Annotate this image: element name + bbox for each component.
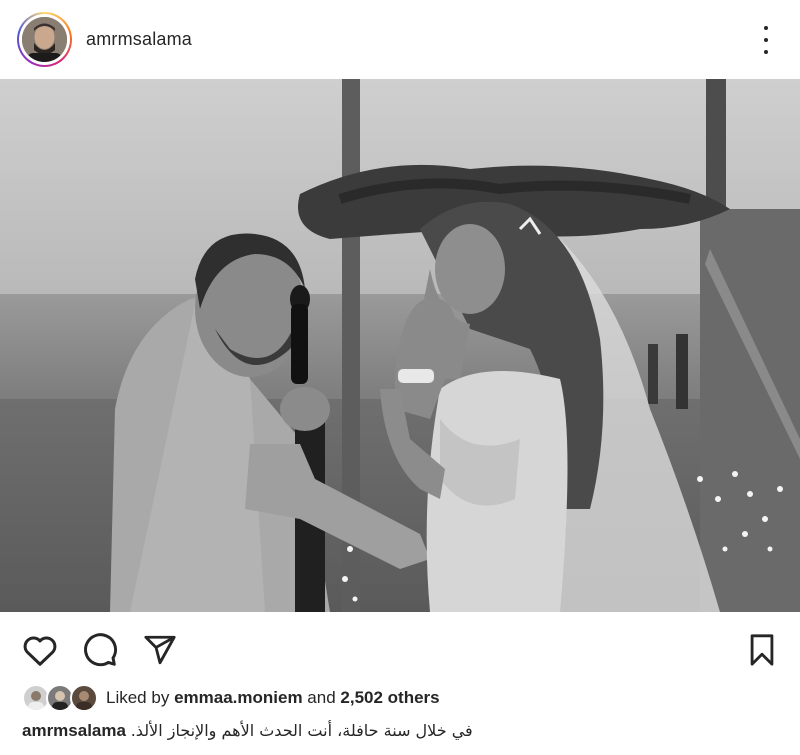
- post-author-username[interactable]: amrmsalama: [86, 29, 192, 50]
- liker-avatar: [70, 684, 98, 712]
- send-icon[interactable]: [140, 630, 180, 670]
- comment-icon[interactable]: [80, 630, 120, 670]
- liked-by-label: Liked by: [106, 688, 170, 707]
- post-header: amrmsalama: [0, 0, 800, 79]
- post-actions: [0, 612, 800, 682]
- likes-summary[interactable]: Liked by emmaa.moniem and 2,502 others: [22, 684, 440, 712]
- instagram-post: amrmsalama Liked by emmaa.moniem and 2,5…: [0, 0, 800, 755]
- post-photo[interactable]: [0, 79, 800, 612]
- likes-text: Liked by emmaa.moniem and 2,502 others: [106, 688, 440, 708]
- caption-text: في خلال سنة حافلة، أنت الحدث الأهم والإن…: [130, 721, 473, 740]
- likes-others-count[interactable]: 2,502 others: [340, 688, 439, 707]
- liker-username[interactable]: emmaa.moniem: [174, 688, 303, 707]
- wedding-photo-image: [0, 79, 800, 612]
- post-caption: amrmsalama في خلال سنة حافلة، أنت الحدث …: [22, 721, 473, 741]
- heart-icon[interactable]: [20, 630, 60, 670]
- likes-conjunction: and: [307, 688, 336, 707]
- caption-username[interactable]: amrmsalama: [22, 721, 126, 740]
- bookmark-icon[interactable]: [742, 630, 782, 670]
- more-options-icon[interactable]: [756, 26, 776, 54]
- liker-avatars: [22, 684, 100, 712]
- avatar[interactable]: [17, 12, 72, 67]
